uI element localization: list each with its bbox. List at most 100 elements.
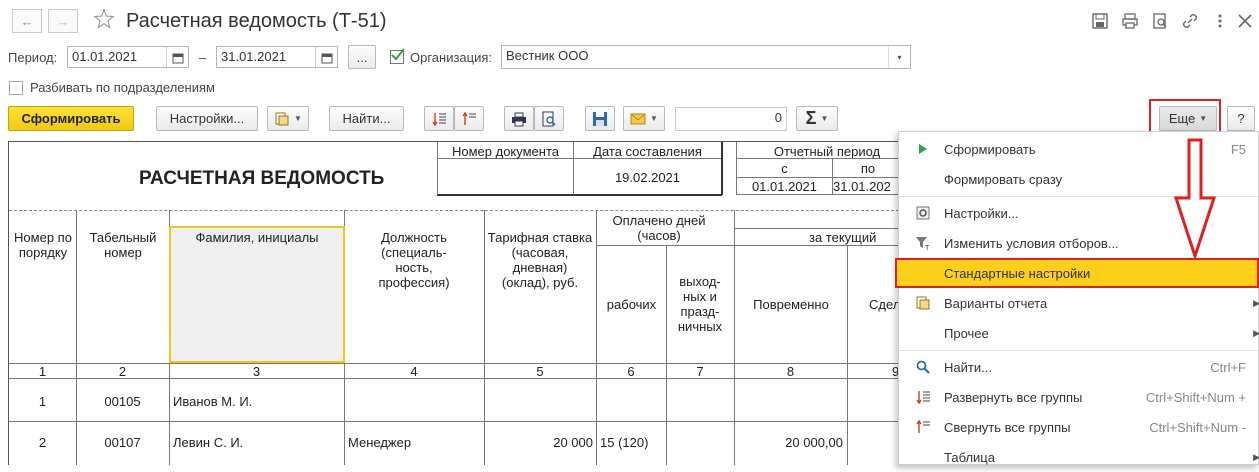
- split-by-department-label: Разбивать по подразделениям: [30, 80, 215, 95]
- organization-field[interactable]: Вестник ООО ▾: [501, 45, 911, 69]
- menu-item-find[interactable]: Найти... Ctrl+F: [899, 352, 1259, 382]
- preview-icon[interactable]: [1151, 12, 1169, 30]
- menu-item-label: Прочее: [944, 325, 989, 341]
- chevron-down-icon: ▼: [1199, 114, 1208, 123]
- submenu-arrow-icon: ▶: [1253, 451, 1259, 462]
- variants-dropdown-button[interactable]: ▼: [267, 106, 309, 131]
- report-variants-icon: [275, 112, 289, 125]
- sum-field[interactable]: 0: [675, 107, 787, 131]
- sum-dropdown-button[interactable]: Σ ▼: [796, 106, 838, 131]
- menu-item-label: Настройки...: [944, 205, 1019, 221]
- find-label: Найти...: [342, 111, 391, 126]
- chevron-down-icon[interactable]: ▾: [888, 46, 910, 68]
- period-select-button[interactable]: ...: [348, 45, 376, 69]
- save-icon: [593, 111, 607, 126]
- menu-item-label: Сформировать: [944, 141, 1036, 157]
- calendar-icon[interactable]: [315, 47, 337, 69]
- date-to-field[interactable]: 31.01.2021: [216, 46, 338, 69]
- split-by-department-checkbox[interactable]: [9, 81, 23, 95]
- settings-button[interactable]: Настройки...: [156, 106, 258, 131]
- col-header-rate: Тарифная ставка (часовая, дневная) (окла…: [487, 230, 593, 290]
- col-number: 6: [627, 364, 635, 379]
- print-button[interactable]: [504, 106, 534, 131]
- collapse-icon: [462, 111, 476, 125]
- print-icon[interactable]: [1121, 12, 1139, 30]
- generate-label: Сформировать: [21, 111, 121, 126]
- name-column-highlight: [169, 226, 345, 363]
- sum-value: 0: [774, 110, 782, 125]
- collapse-icon: [915, 419, 931, 435]
- menu-item-expand-groups[interactable]: Развернуть все группы Ctrl+Shift+Num +: [899, 382, 1259, 412]
- chevron-down-icon: ▼: [820, 114, 829, 123]
- col-header-time-based: Повременно: [753, 297, 829, 312]
- submenu-arrow-icon: ▶: [1253, 327, 1259, 338]
- doc-number-header: Номер документа: [451, 144, 559, 159]
- favorite-star-icon[interactable]: [93, 8, 115, 30]
- menu-item-collapse-groups[interactable]: Свернуть все группы Ctrl+Shift+Num -: [899, 412, 1259, 442]
- row-number: 1: [38, 394, 47, 409]
- close-icon[interactable]: [1236, 12, 1254, 30]
- menu-item-shortcut: F5: [1230, 141, 1246, 157]
- row-workdays: 15 (120): [600, 435, 649, 450]
- col-number: 3: [252, 364, 261, 379]
- col-header-piece: Сдел: [869, 297, 898, 312]
- period-dash: –: [199, 50, 207, 65]
- more-label: Еще: [1168, 111, 1196, 126]
- email-dropdown-button[interactable]: ▼: [623, 106, 665, 131]
- forward-button[interactable]: →: [48, 9, 78, 33]
- link-icon[interactable]: [1181, 12, 1199, 30]
- row-time-based: 20 000,00: [785, 435, 843, 450]
- generate-button[interactable]: Сформировать: [8, 106, 134, 131]
- help-button[interactable]: ?: [1227, 106, 1255, 131]
- preview-icon: [542, 111, 556, 126]
- menu-item-label: Варианты отчета: [944, 295, 1048, 311]
- save-button[interactable]: [585, 106, 615, 131]
- print-icon: [512, 112, 526, 126]
- col-number: 5: [536, 364, 544, 379]
- col-header-workdays: рабочих: [606, 297, 657, 312]
- help-label: ?: [1237, 111, 1245, 126]
- menu-item-report-variants[interactable]: Варианты отчета ▶: [899, 288, 1259, 318]
- menu-item-other[interactable]: Прочее ▶: [899, 318, 1259, 348]
- save-icon[interactable]: [1091, 12, 1109, 30]
- collapse-groups-button[interactable]: [454, 106, 484, 131]
- col-header-holidays: выход-ных и празд-ничных: [677, 274, 723, 334]
- chevron-down-icon: ▼: [294, 114, 302, 123]
- date-from-value: 01.01.2021: [72, 49, 138, 64]
- play-icon: [915, 141, 931, 157]
- arrow-left-icon: ←: [20, 13, 34, 29]
- col-number: 4: [410, 364, 418, 379]
- window-title: Расчетная ведомость (Т-51): [126, 10, 387, 32]
- row-tab-number: 00107: [104, 435, 141, 450]
- more-button[interactable]: Еще ▼: [1159, 106, 1217, 131]
- chevron-down-icon: ▼: [650, 114, 658, 123]
- organization-checkbox[interactable]: [390, 48, 404, 64]
- row-rate: 20 000: [553, 435, 593, 450]
- menu-item-standard-settings[interactable]: Стандартные настройки: [895, 258, 1259, 288]
- organization-value: Вестник ООО: [506, 48, 589, 63]
- menu-item-label: Формировать сразу: [944, 171, 1063, 187]
- col-header-paid: Оплачено дней (часов): [612, 213, 706, 243]
- date-from-field[interactable]: 01.01.2021: [67, 46, 189, 69]
- more-vertical-icon[interactable]: [1211, 12, 1229, 30]
- period-label: Период:: [8, 50, 58, 65]
- checkmark-icon: [391, 48, 404, 61]
- period-header: Отчетный период: [773, 144, 881, 159]
- filter-icon: T: [915, 235, 931, 251]
- preview-button[interactable]: [534, 106, 564, 131]
- menu-item-label: Найти...: [944, 359, 992, 375]
- back-button[interactable]: ←: [12, 9, 42, 33]
- expand-groups-button[interactable]: [424, 106, 454, 131]
- search-icon: [915, 359, 931, 375]
- period-from-label: с: [781, 161, 788, 176]
- row-name: Иванов М. И.: [173, 394, 253, 409]
- arrow-right-icon: →: [56, 13, 70, 29]
- menu-item-shortcut: Ctrl+Shift+Num -: [1149, 419, 1246, 435]
- settings-icon: [915, 205, 931, 221]
- find-button[interactable]: Найти...: [329, 106, 404, 131]
- row-number: 2: [38, 435, 47, 450]
- menu-item-label: Изменить условия отборов...: [944, 235, 1119, 251]
- calendar-icon[interactable]: [166, 47, 188, 69]
- menu-item-table[interactable]: Таблица ▶: [899, 442, 1259, 472]
- period-to-label: по: [860, 161, 876, 176]
